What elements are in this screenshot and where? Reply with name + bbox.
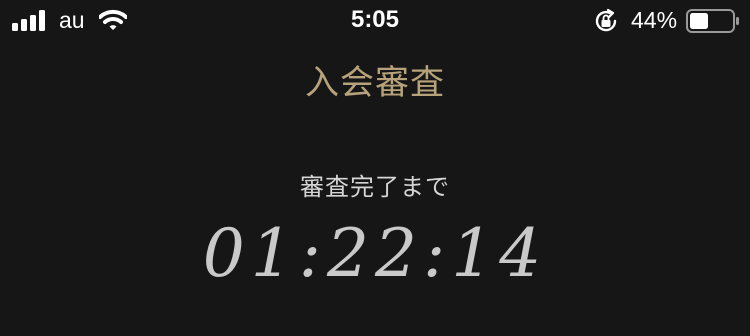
battery-icon xyxy=(686,9,739,33)
status-bar: au 5:05 44% xyxy=(0,0,750,42)
rotation-lock-icon xyxy=(595,8,617,32)
page-title: 入会審査 xyxy=(305,63,445,103)
countdown-timer: 01:22:14 xyxy=(202,215,548,292)
countdown-label: 審査完了まで xyxy=(300,173,450,201)
battery-level-fill xyxy=(690,13,708,29)
battery-percentage: 44% xyxy=(631,7,678,33)
